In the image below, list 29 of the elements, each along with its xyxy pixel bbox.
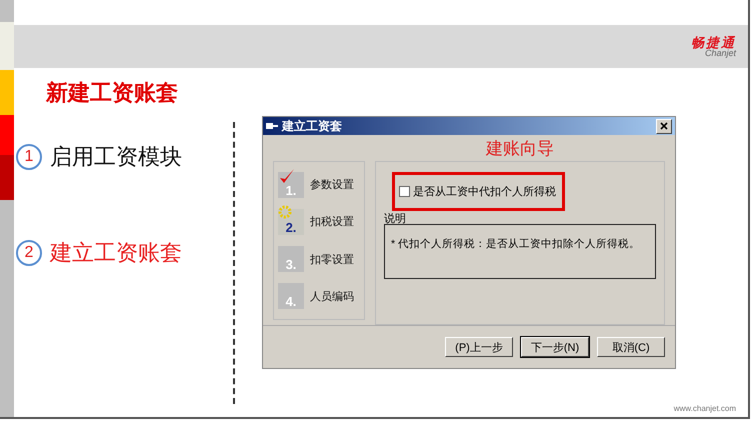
dialog-button[interactable]: 下一步(N) [521,337,589,357]
close-icon [660,122,668,130]
dialog-button[interactable]: 取消(C) [597,337,665,357]
footer-url: www.chanjet.com [674,404,737,415]
step-label: 参数设置 [310,178,354,192]
checkbox-label: 是否从工资中代扣个人所得税 [413,185,556,199]
note-text: * 代扣个人所得税：是否从工资中扣除个人所得税。 [391,238,640,250]
step-number: 2 [16,240,42,266]
step-number: 3. [278,246,304,272]
dialog-button[interactable]: (P)上一步 [445,337,513,357]
gear-icon [278,204,292,219]
step-label: 扣税设置 [310,215,354,230]
logo-text: 畅捷通 [691,36,736,48]
step-label: 人员编码 [310,290,354,304]
checkbox[interactable] [399,186,410,197]
group-legend: 说明 [384,211,656,224]
step-label: 启用工资模块 [50,143,182,171]
step-label: 扣零设置 [310,252,354,267]
logo-subtext: Chanjet [704,48,736,58]
slide-title: 新建工资账套 [44,79,179,107]
dialog-title: 建立工资套 [282,118,343,134]
step-number: 1. [278,172,304,198]
wizard-heading: 建账向导 [484,138,555,160]
app-icon [266,122,278,130]
step-number: 4. [278,283,304,310]
step-number: 1 [16,144,42,170]
step-number: 2. [278,208,304,235]
close-button[interactable] [656,118,672,134]
step-label: 建立工资账套 [50,239,182,267]
